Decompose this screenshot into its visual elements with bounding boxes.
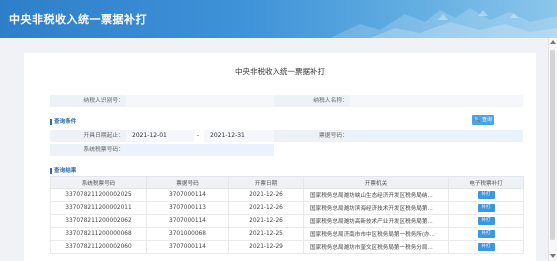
main-panel: 中央非税收入统一票据补打 纳税人识别号： 纳税人名称： 查询条件 🔍 查询 开具… (24, 53, 536, 261)
cell-sys-no: 337078211200000068 (50, 227, 147, 241)
query-button[interactable]: 🔍 查询 (472, 115, 494, 125)
cell-authority: 国家税务总局潍坊高新技术产业开发区税务局第... (303, 214, 449, 228)
cell-action: 补打 (448, 214, 524, 228)
cell-action: 补打 (448, 188, 524, 202)
table-row: 337078211200002025 3707000114 2021-12-26… (50, 188, 524, 202)
results-section-title: 查询结果 (50, 166, 76, 174)
cell-sys-no: 337078211200002060 (50, 240, 147, 254)
cell-sys-no: 337078211200002025 (50, 188, 147, 202)
table-row: 337078211200002062 3707000114 2021-12-26… (50, 214, 524, 228)
col-ticket-no: 票据号码 (146, 176, 229, 189)
cell-date: 2021-12-25 (228, 227, 304, 241)
cell-ticket-no: 3701000068 (146, 227, 229, 241)
vertical-scrollbar[interactable] (548, 38, 557, 261)
cell-date: 2021-12-26 (228, 201, 304, 215)
sys-no-label: 系统税票号码： (50, 144, 126, 156)
date-separator: - (194, 130, 202, 142)
payer-id-label: 纳税人识别号： (50, 95, 126, 107)
query-section-title: 查询条件 (50, 117, 76, 125)
cell-authority: 国家税务总局潍坊市奎文区税务局第一税务分局... (303, 240, 449, 254)
date-to-input[interactable]: 2021-12-31 (204, 130, 274, 142)
scroll-thumb[interactable] (550, 50, 555, 240)
col-reprint: 电子税票补打 (448, 176, 524, 189)
cell-ticket-no: 3707000113 (146, 201, 229, 215)
results-table: 系统税票号码 票据号码 开票日期 开票机关 电子税票补打 33707821120… (50, 176, 524, 254)
payer-id-field[interactable] (126, 95, 274, 107)
page-title: 中央非税收入统一票据补打 (235, 67, 325, 76)
sys-no-input[interactable] (126, 144, 274, 156)
cell-authority: 国家税务总局潍坊峡山生态经济开发区税务局纳... (303, 188, 449, 202)
reprint-button[interactable]: 补打 (477, 204, 495, 212)
cell-ticket-no: 3707000114 (146, 188, 229, 202)
table-row: 337078211200002011 3707000113 2021-12-26… (50, 201, 524, 215)
cell-action: 补打 (448, 240, 524, 254)
ticket-no-label: 票据号码： (274, 130, 350, 142)
reprint-button[interactable]: 补打 (477, 191, 495, 199)
scroll-down-icon[interactable] (550, 254, 556, 258)
app-title: 中央非税收入统一票据补打 (9, 13, 147, 26)
cell-authority: 国家税务总局济南市市中区税务局第一税务所(办... (303, 227, 449, 241)
payer-name-field[interactable] (350, 95, 523, 107)
col-sys-no: 系统税票号码 (50, 176, 147, 189)
cell-ticket-no: 3707000114 (146, 214, 229, 228)
cell-ticket-no: 3707000114 (146, 240, 229, 254)
date-from-input[interactable]: 2021-12-01 (126, 130, 194, 142)
table-row: 337078211200002060 3707000114 2021-12-29… (50, 240, 524, 254)
cell-sys-no: 337078211200002011 (50, 201, 147, 215)
cell-action: 补打 (448, 227, 524, 241)
cell-date: 2021-12-26 (228, 188, 304, 202)
reprint-button[interactable]: 补打 (477, 217, 495, 225)
table-header-row: 系统税票号码 票据号码 开票日期 开票机关 电子税票补打 (50, 176, 524, 189)
col-authority: 开票机关 (303, 176, 449, 189)
cell-sys-no: 337078211200002062 (50, 214, 147, 228)
ticket-no-input[interactable] (350, 130, 523, 142)
app-header: 中央非税收入统一票据补打 (0, 0, 557, 38)
col-date: 开票日期 (228, 176, 304, 189)
payer-name-label: 纳税人名称： (274, 95, 350, 107)
scroll-up-icon[interactable] (550, 40, 556, 44)
date-range-label: 开具日期起止： (50, 130, 126, 142)
cell-action: 补打 (448, 201, 524, 215)
reprint-button[interactable]: 补打 (477, 243, 495, 251)
cell-date: 2021-12-26 (228, 214, 304, 228)
cell-date: 2021-12-29 (228, 240, 304, 254)
cell-authority: 国家税务总局潍坊滨海经济技术开发区税务局第... (303, 201, 449, 215)
reprint-button[interactable]: 补打 (477, 230, 495, 238)
table-row: 337078211200000068 3701000068 2021-12-25… (50, 227, 524, 241)
